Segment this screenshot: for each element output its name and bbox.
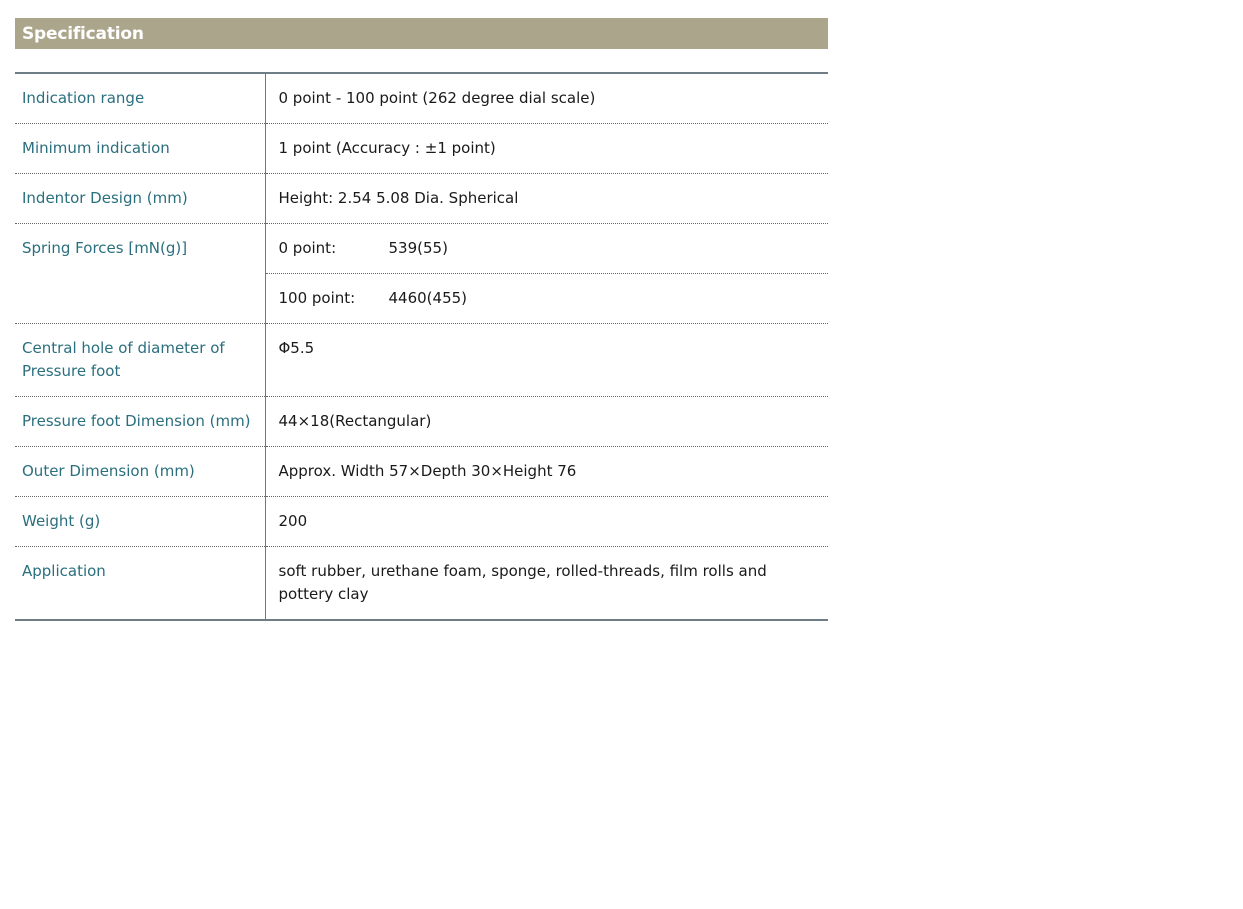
table-row: Weight (g) 200: [15, 496, 828, 547]
row-value: Φ5.5: [265, 323, 828, 397]
row-value: 200: [265, 496, 828, 547]
row-label: Weight (g): [15, 496, 266, 547]
row-label: Indication range: [15, 73, 266, 124]
section-header: Specification: [15, 18, 828, 49]
table-row: Spring Forces [mN(g)] 0 point: 539(55): [15, 223, 828, 324]
sub-label: 100 point:: [278, 289, 356, 307]
row-label: Application: [15, 546, 266, 620]
row-value: 0 point - 100 point (262 degree dial sca…: [265, 73, 828, 124]
row-label: Central hole of diameter of Pressure foo…: [15, 323, 266, 397]
row-label: Spring Forces [mN(g)]: [15, 223, 266, 324]
row-label: Outer Dimension (mm): [15, 446, 266, 497]
table-row: Indication range 0 point - 100 point (26…: [15, 73, 828, 124]
table-row: Minimum indication 1 point (Accuracy : ±…: [15, 123, 828, 174]
row-label: Pressure foot Dimension (mm): [15, 396, 266, 447]
row-value: 44×18(Rectangular): [265, 396, 828, 447]
row-value: 100 point: 4460(455): [265, 273, 828, 324]
table-row: Indentor Design (mm) Height: 2.54 5.08 D…: [15, 173, 828, 224]
row-label: Minimum indication: [15, 123, 266, 174]
table-row: Pressure foot Dimension (mm) 44×18(Recta…: [15, 396, 828, 447]
row-value: 0 point: 539(55): [265, 223, 828, 274]
spec-table: Indication range 0 point - 100 point (26…: [15, 72, 828, 621]
row-value: Height: 2.54 5.08 Dia. Spherical: [265, 173, 828, 224]
table-row: Application soft rubber, urethane foam, …: [15, 546, 828, 620]
row-value: soft rubber, urethane foam, sponge, roll…: [278, 562, 767, 603]
row-value: 1 point (Accuracy : ±1 point): [265, 123, 828, 174]
table-row: Central hole of diameter of Pressure foo…: [15, 323, 828, 397]
sub-value: 539(55): [388, 239, 448, 257]
row-label: Indentor Design (mm): [15, 173, 266, 224]
row-value: Approx. Width 57×Depth 30×Height 76: [265, 446, 828, 497]
sub-label: 0 point:: [278, 239, 337, 257]
sub-value: 4460(455): [388, 289, 468, 307]
section-title: Specification: [22, 23, 144, 44]
table-row: Outer Dimension (mm) Approx. Width 57×De…: [15, 446, 828, 497]
